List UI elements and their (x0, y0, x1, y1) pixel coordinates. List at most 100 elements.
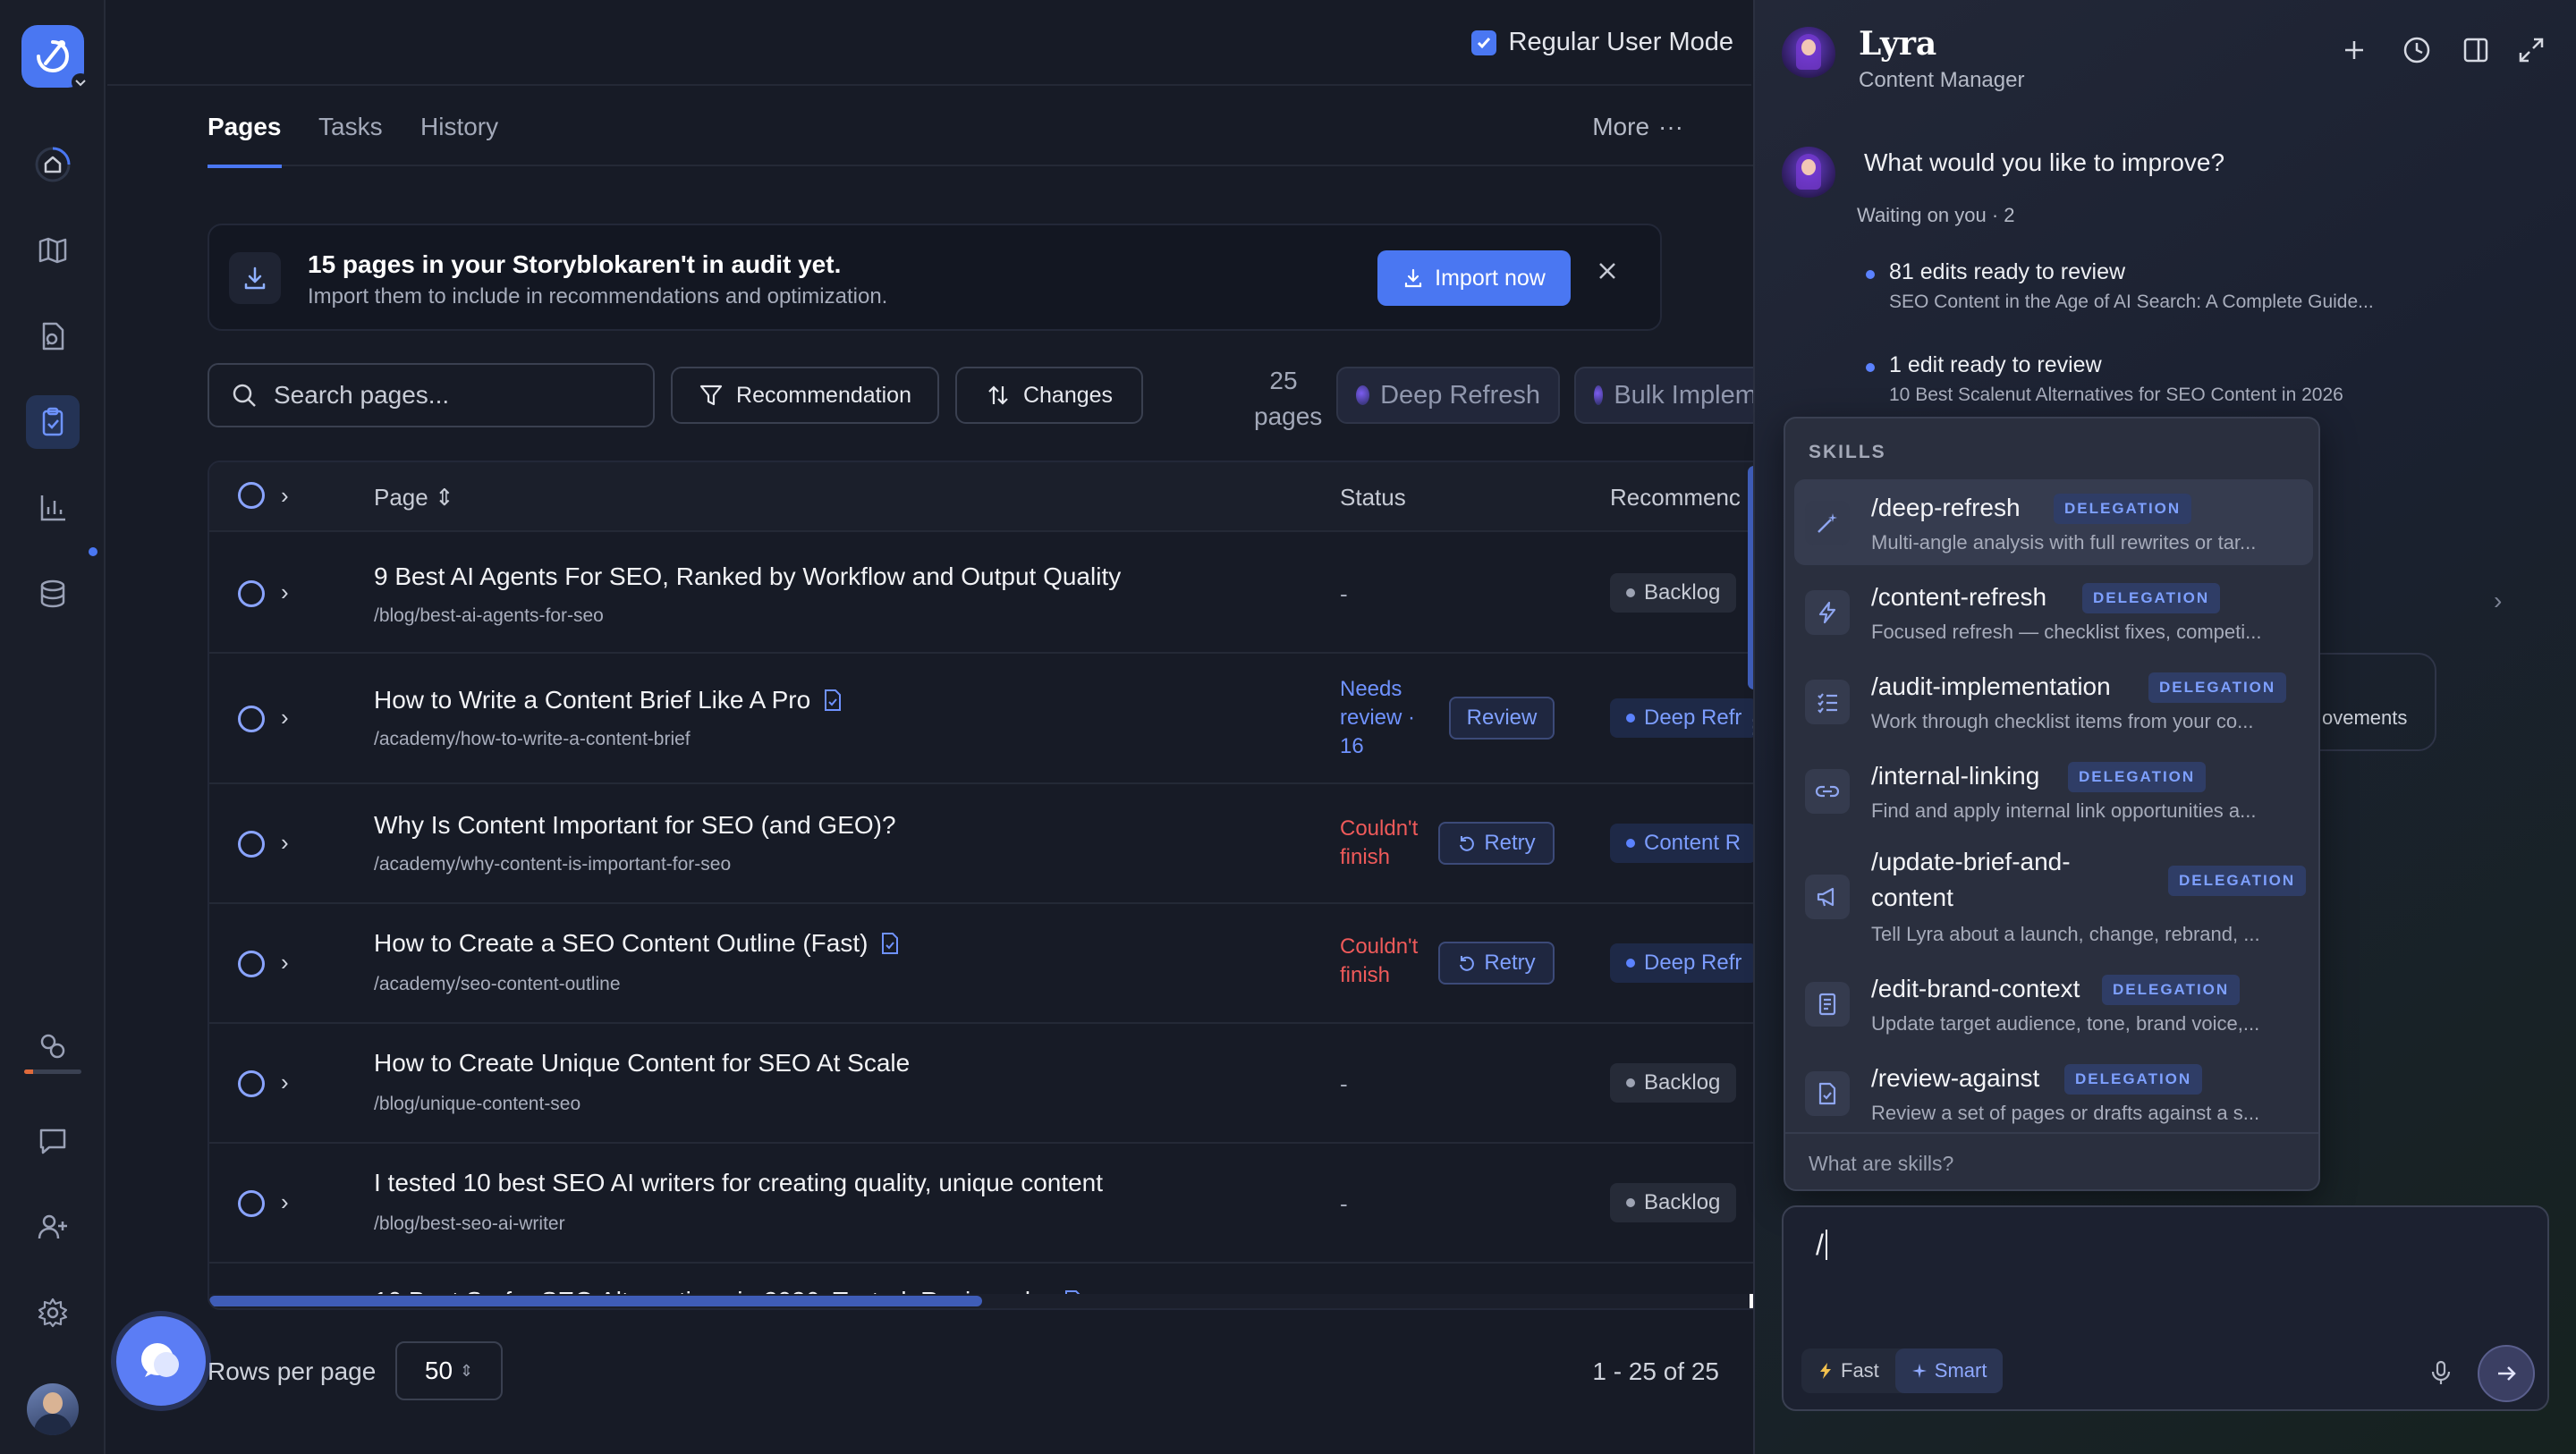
recommendation-badge[interactable]: Backlog (1610, 1183, 1737, 1222)
review-button[interactable]: Review (1449, 697, 1555, 740)
table-row[interactable]: › How to Write a Content Brief Like A Pr… (209, 654, 1762, 784)
nav-map[interactable] (26, 224, 80, 277)
row-expand-chevron-icon[interactable]: › (281, 949, 289, 976)
retry-button[interactable]: Retry (1438, 942, 1555, 985)
import-now-label: Import now (1435, 265, 1546, 291)
page-title[interactable]: How to Write a Content Brief Like A Pro (374, 686, 843, 714)
nav-audit[interactable] (26, 395, 80, 449)
row-expand-chevron-icon[interactable]: › (281, 1188, 289, 1216)
horizontal-scroll-thumb[interactable] (209, 1296, 982, 1306)
retry-button[interactable]: Retry (1438, 822, 1555, 865)
skill-edit-brand-context[interactable]: /edit-brand-context DELEGATION Update ta… (1794, 960, 2313, 1046)
table-row[interactable]: › How to Create Unique Content for SEO A… (209, 1024, 1762, 1144)
page-title[interactable]: I tested 10 best SEO AI writers for crea… (374, 1169, 1103, 1197)
document-icon (825, 689, 842, 711)
page-title[interactable]: How to Create Unique Content for SEO At … (374, 1049, 910, 1078)
mode-fast[interactable]: Fast (1801, 1348, 1895, 1393)
toggle-sidebar-button[interactable] (2460, 34, 2492, 66)
select-all-radio[interactable] (238, 482, 265, 509)
composer-input[interactable]: / (1816, 1229, 1827, 1262)
page-title[interactable]: How to Create a SEO Content Outline (Fas… (374, 929, 900, 958)
clipboard-check-icon (42, 407, 64, 436)
regular-user-mode-toggle[interactable]: Regular User Mode (1470, 28, 1733, 57)
skill-content-refresh[interactable]: /content-refresh DELEGATION Focused refr… (1794, 569, 2313, 655)
recommendation-badge[interactable]: Backlog (1610, 573, 1737, 613)
recommendation-label: Backlog (1644, 1070, 1721, 1095)
row-select-radio[interactable] (238, 831, 265, 858)
page-count-unit: pages (1254, 402, 1323, 430)
bulk-implement-label: Bulk Impleme (1614, 380, 1771, 410)
recommendation-badge[interactable]: Deep Refr (1610, 698, 1758, 738)
more-menu-button[interactable]: More ··· (1592, 113, 1683, 141)
deep-refresh-button[interactable]: Deep Refresh (1336, 367, 1560, 424)
nav-invite[interactable] (26, 1200, 80, 1254)
row-expand-chevron-icon[interactable]: › (281, 829, 289, 857)
chat-composer[interactable]: / Fast Smart (1782, 1205, 2549, 1411)
row-expand-chevron-icon[interactable]: › (281, 704, 289, 731)
expand-all-chevron-icon[interactable]: › (281, 482, 289, 510)
page-title[interactable]: Why Is Content Important for SEO (and GE… (374, 811, 896, 840)
row-select-radio[interactable] (238, 1190, 265, 1217)
skill-internal-linking[interactable]: /internal-linking DELEGATION Find and ap… (1794, 748, 2313, 833)
nav-documents[interactable] (26, 309, 80, 363)
tab-history[interactable]: History (420, 113, 498, 165)
row-select-radio[interactable] (238, 1070, 265, 1097)
search-input[interactable] (274, 381, 631, 410)
nav-settings[interactable] (26, 1286, 80, 1340)
row-select-radio[interactable] (238, 706, 265, 732)
sparkle-icon (1911, 1364, 1927, 1378)
user-avatar[interactable] (27, 1383, 79, 1435)
close-banner-button[interactable] (1597, 261, 1617, 281)
mode-checkbox[interactable] (1470, 30, 1496, 55)
recommendation-filter-button[interactable]: Recommendation (671, 367, 939, 424)
skill-update-brief-and-content[interactable]: /update-brief-and- content DELEGATION Te… (1794, 837, 2313, 959)
skill-name: /edit-brand-context (1871, 975, 2080, 1002)
microphone-button[interactable] (2428, 1359, 2454, 1386)
workspace-switcher[interactable] (72, 73, 89, 91)
skill-deep-refresh[interactable]: /deep-refresh DELEGATION Multi-angle ana… (1794, 479, 2313, 565)
skill-description: Update target audience, tone, brand voic… (1871, 1012, 2260, 1035)
import-now-button[interactable]: Import now (1377, 250, 1571, 306)
recommendation-badge[interactable]: Deep Refr (1610, 943, 1758, 983)
nav-analytics[interactable] (26, 481, 80, 535)
tab-tasks[interactable]: Tasks (318, 113, 383, 165)
top-bar: Regular User Mode (107, 0, 1751, 86)
table-row[interactable]: › Why Is Content Important for SEO (and … (209, 784, 1762, 904)
tab-pages[interactable]: Pages (208, 113, 282, 168)
support-chat-button[interactable] (116, 1316, 206, 1406)
rows-per-page-select[interactable]: 50 ⇕ (395, 1341, 503, 1400)
assistant-role: Content Manager (1859, 68, 2025, 92)
nav-chat[interactable] (26, 1114, 80, 1168)
mode-smart[interactable]: Smart (1894, 1348, 2004, 1393)
expand-panel-button[interactable] (2515, 34, 2547, 66)
nav-home[interactable] (26, 138, 80, 191)
row-select-radio[interactable] (238, 951, 265, 977)
history-button[interactable] (2401, 34, 2433, 66)
left-rail (0, 0, 106, 1454)
table-row[interactable]: › I tested 10 best SEO AI writers for cr… (209, 1144, 1762, 1264)
map-icon (38, 237, 67, 264)
chevron-right-icon[interactable]: › (2494, 587, 2502, 615)
row-expand-chevron-icon[interactable]: › (281, 579, 289, 606)
skill-audit-implementation[interactable]: /audit-implementation DELEGATION Work th… (1794, 658, 2313, 744)
row-expand-chevron-icon[interactable]: › (281, 1069, 289, 1096)
what-are-skills-link[interactable]: What are skills? (1809, 1152, 1953, 1176)
recommendation-badge[interactable]: Backlog (1610, 1063, 1737, 1103)
banner-subtitle: Import them to include in recommendation… (308, 284, 888, 309)
table-row[interactable]: › How to Create a SEO Content Outline (F… (209, 904, 1762, 1024)
page-title[interactable]: 9 Best AI Agents For SEO, Ranked by Work… (374, 562, 1121, 591)
search-box[interactable] (208, 363, 655, 427)
close-icon (1599, 263, 1615, 279)
table-row[interactable]: › 9 Best AI Agents For SEO, Ranked by Wo… (209, 534, 1762, 654)
message-icon (39, 1129, 66, 1154)
horizontal-scrollbar[interactable] (209, 1294, 1762, 1308)
changes-sort-button[interactable]: Changes (955, 367, 1143, 424)
column-page[interactable]: Page ⇕ (374, 484, 454, 511)
row-select-radio[interactable] (238, 580, 265, 607)
recommendation-badge[interactable]: Content R (1610, 824, 1758, 863)
nav-database[interactable] (26, 567, 80, 621)
send-button[interactable] (2478, 1345, 2535, 1402)
new-chat-button[interactable] (2338, 34, 2370, 66)
skill-review-against[interactable]: /review-against DELEGATION Review a set … (1794, 1050, 2313, 1136)
nav-integrations[interactable] (26, 1019, 80, 1073)
